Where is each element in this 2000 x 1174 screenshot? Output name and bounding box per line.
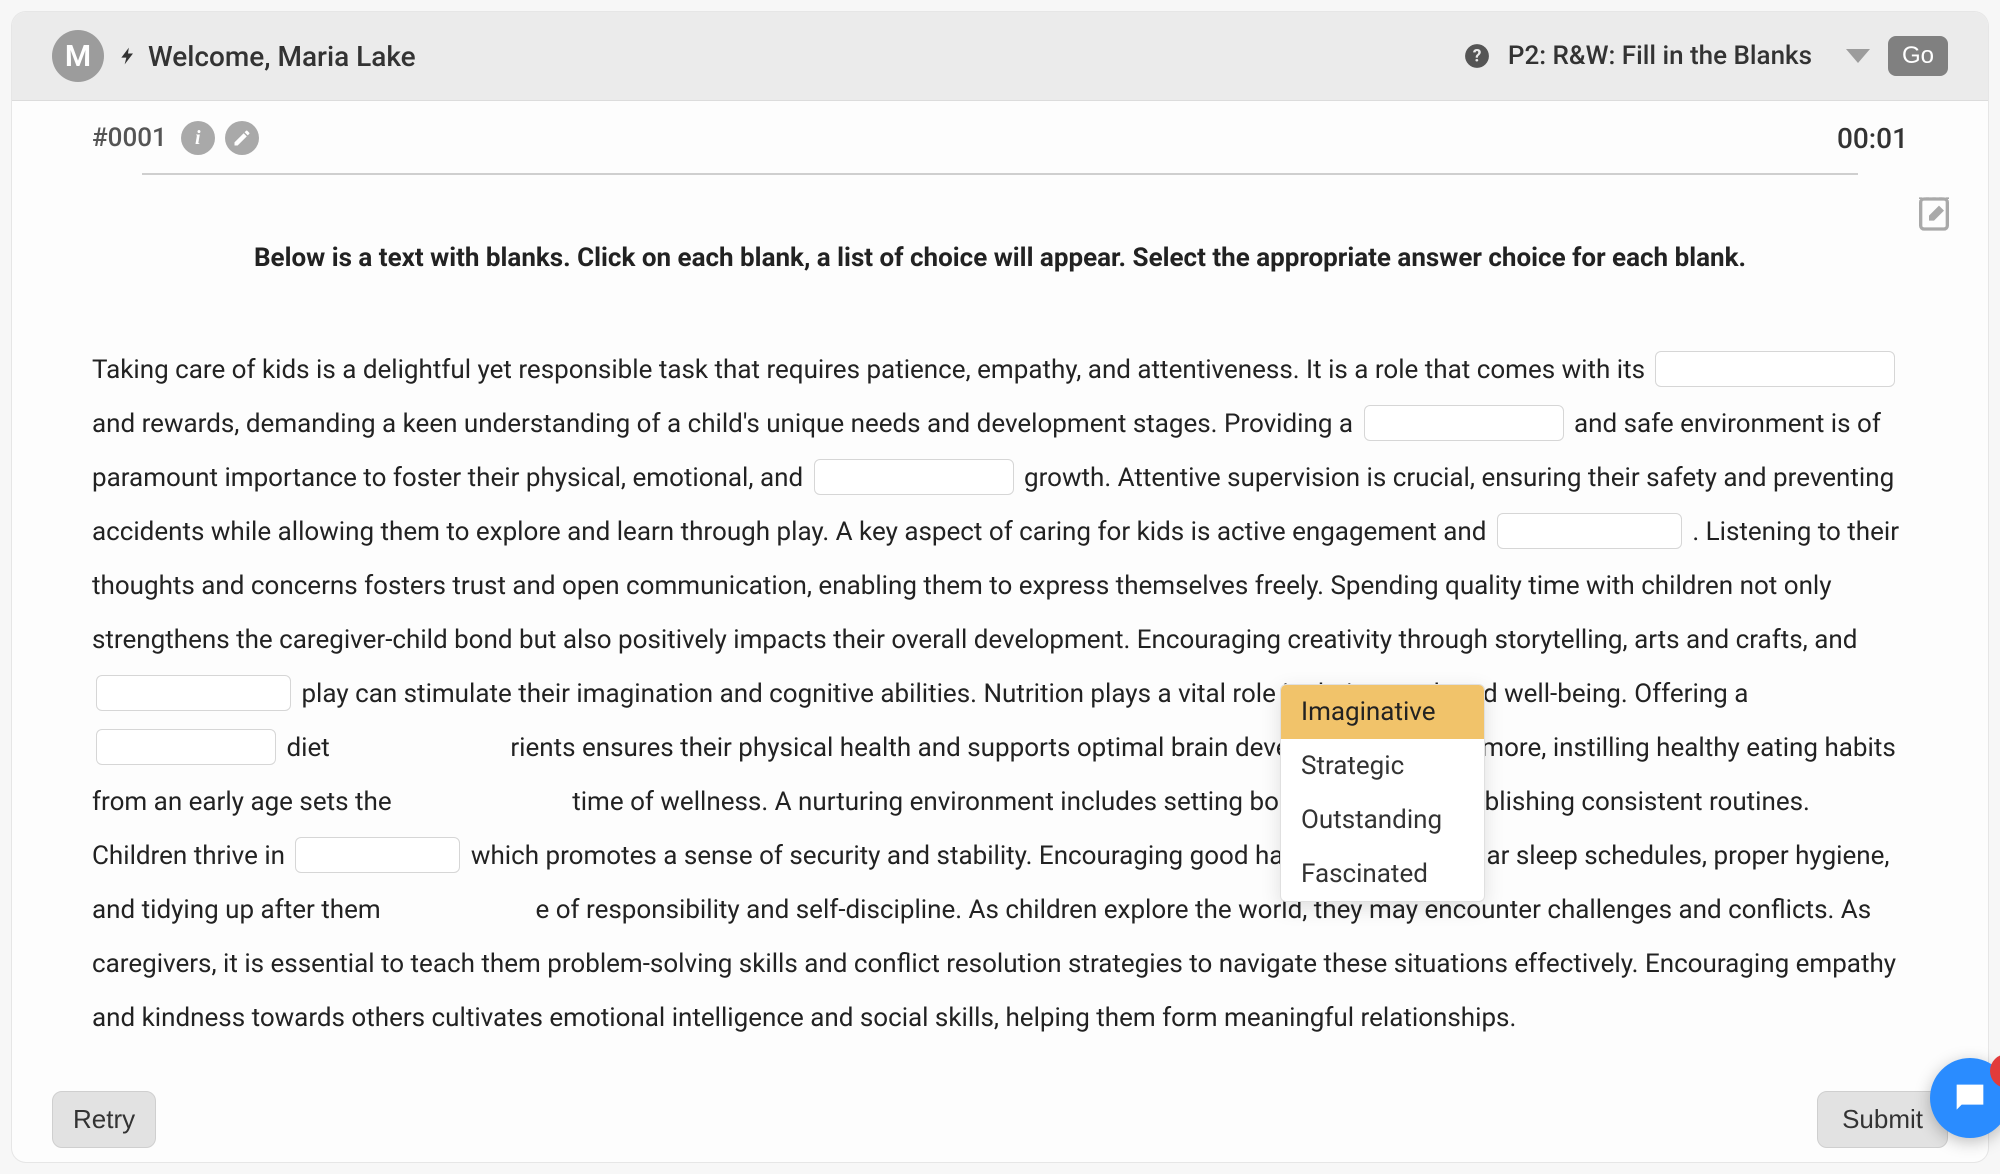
top-right-group: ? P2: R&W: Fill in the Blanks Go xyxy=(1464,36,1948,76)
sub-bar: #0001 i 00:01 xyxy=(12,101,1988,155)
bolt-icon xyxy=(118,46,138,66)
divider xyxy=(142,173,1858,175)
dropdown-option[interactable]: Fascinated xyxy=(1281,847,1484,901)
svg-text:?: ? xyxy=(1473,46,1482,66)
dropdown-option[interactable]: Strategic xyxy=(1281,739,1484,793)
blank-5[interactable] xyxy=(96,675,291,711)
blank-6[interactable] xyxy=(96,729,276,765)
blank-7[interactable] xyxy=(295,837,460,873)
app-frame: M Welcome, Maria Lake ? P2: R&W: Fill in… xyxy=(12,12,1988,1162)
blank-2[interactable] xyxy=(1364,405,1564,441)
caret-down-icon[interactable] xyxy=(1846,49,1870,63)
footer: Retry Submit xyxy=(12,1091,1988,1162)
passage-segment: and rewards, demanding a keen understand… xyxy=(92,409,1360,439)
chat-button[interactable] xyxy=(1930,1058,2000,1138)
instruction-text: Below is a text with blanks. Click on ea… xyxy=(112,243,1888,273)
passage-segment: Taking care of kids is a delightful yet … xyxy=(92,355,1651,385)
help-icon[interactable]: ? xyxy=(1464,43,1490,69)
blank-4[interactable] xyxy=(1497,513,1682,549)
dropdown-option[interactable]: Outstanding xyxy=(1281,793,1484,847)
notepad-icon[interactable] xyxy=(1914,194,1954,234)
top-bar: M Welcome, Maria Lake ? P2: R&W: Fill in… xyxy=(12,12,1988,101)
question-number: #0001 xyxy=(92,123,167,153)
task-selector[interactable]: P2: R&W: Fill in the Blanks xyxy=(1508,41,1812,71)
go-button[interactable]: Go xyxy=(1888,36,1948,76)
edit-icon[interactable] xyxy=(225,121,259,155)
welcome-text: Welcome, Maria Lake xyxy=(148,40,416,73)
blank-1[interactable] xyxy=(1655,351,1895,387)
timer: 00:01 xyxy=(1837,122,1908,155)
avatar[interactable]: M xyxy=(52,30,104,82)
blank-3[interactable] xyxy=(814,459,1014,495)
info-icon[interactable]: i xyxy=(181,121,215,155)
dropdown-option[interactable]: Imaginative xyxy=(1281,685,1484,739)
passage-segment: diet xyxy=(286,733,336,763)
retry-button[interactable]: Retry xyxy=(52,1091,156,1148)
passage-segment: play can stimulate their imagination and… xyxy=(301,679,1748,709)
submit-button[interactable]: Submit xyxy=(1817,1091,1948,1148)
passage-text: Taking care of kids is a delightful yet … xyxy=(92,343,1908,1045)
chat-badge xyxy=(1990,1054,2000,1088)
blank-dropdown[interactable]: Imaginative Strategic Outstanding Fascin… xyxy=(1280,684,1485,902)
